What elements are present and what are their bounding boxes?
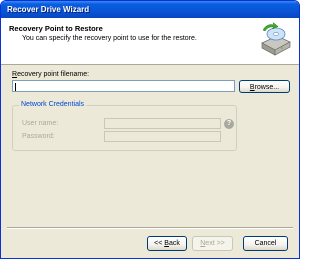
wizard-header: Recovery Point to Restore You can specif… — [1, 18, 299, 65]
header-subtitle: You can specify the recovery point to us… — [22, 35, 197, 42]
back-label-text: ack — [168, 240, 180, 247]
back-button[interactable]: << Back — [147, 236, 187, 251]
next-button[interactable]: Next >> — [192, 236, 233, 251]
password-input[interactable] — [104, 131, 221, 142]
network-credentials-legend: Network Credentials — [19, 101, 87, 108]
password-label: Password: — [22, 133, 55, 140]
back-label-prefix: << — [154, 240, 165, 247]
username-input[interactable] — [104, 118, 221, 129]
drive-restore-icon — [261, 21, 291, 56]
window-title: Recover Drive Wizard — [7, 5, 90, 14]
wizard-window: Recover Drive Wizard Recovery Point to R… — [0, 0, 300, 259]
cancel-button[interactable]: Cancel — [243, 236, 288, 251]
username-label: User name: — [22, 120, 59, 127]
browse-label: rowse... — [254, 84, 280, 91]
filename-label-text: ecovery point filename: — [17, 71, 90, 78]
header-title: Recovery Point to Restore — [9, 24, 103, 33]
footer-separator — [7, 227, 293, 229]
help-icon[interactable]: ? — [224, 119, 234, 129]
title-bar[interactable]: Recover Drive Wizard — [1, 1, 299, 18]
filename-input[interactable] — [12, 80, 235, 92]
next-label-text: ext >> — [205, 240, 225, 247]
browse-button[interactable]: Browse... — [239, 80, 290, 93]
filename-label: Recovery point filename: — [12, 71, 89, 78]
text-caret — [15, 83, 16, 91]
